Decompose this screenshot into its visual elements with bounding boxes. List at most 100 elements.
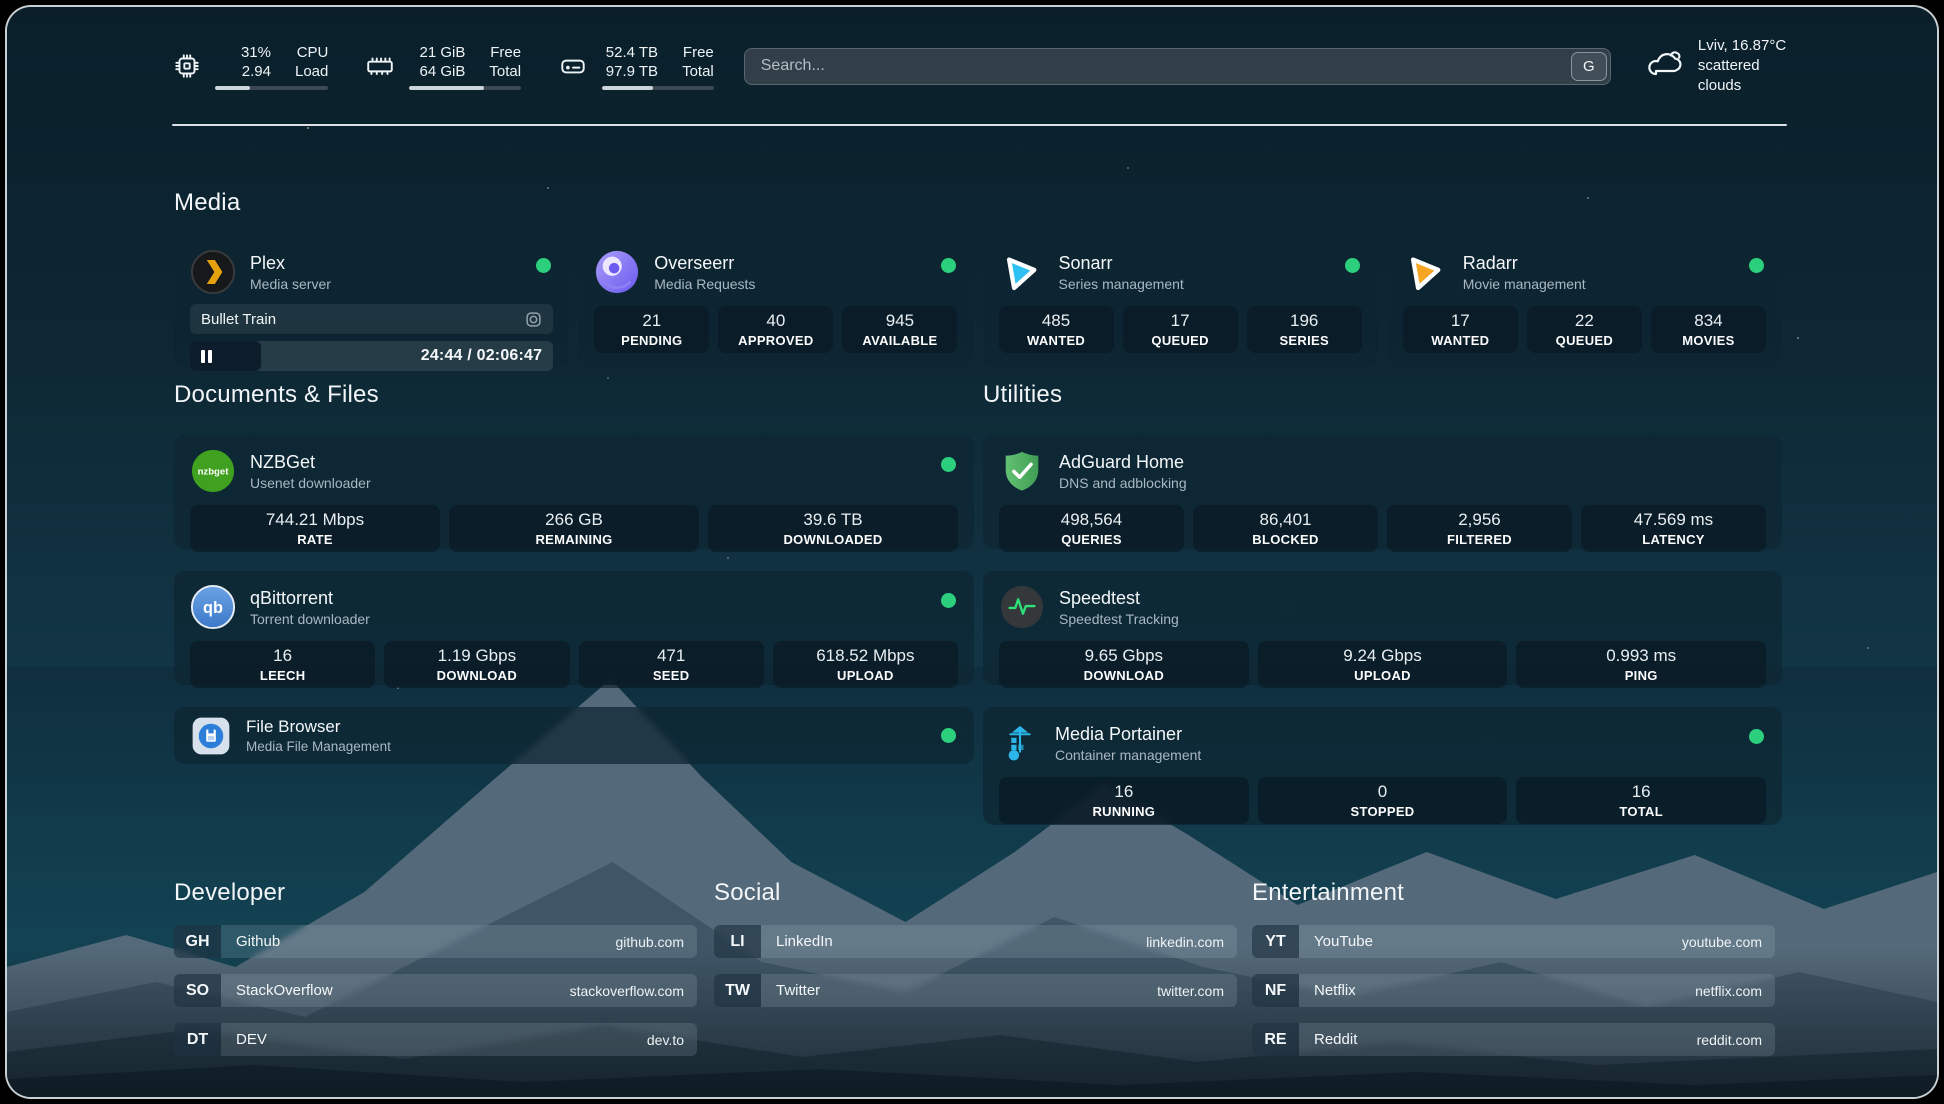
link-url: reddit.com (1697, 1032, 1762, 1048)
app-subtitle: Series management (1059, 276, 1184, 292)
app-name: Plex (250, 253, 331, 274)
qbittorrent-logo: qb (190, 584, 236, 630)
svg-text:nzbget: nzbget (198, 466, 230, 477)
search-engine-button[interactable]: G (1571, 52, 1607, 81)
app-card-plex[interactable]: Plex Media server Bullet Train 24:44 / 0… (174, 236, 569, 367)
app-subtitle: DNS and adblocking (1059, 475, 1187, 491)
app-name: Overseerr (654, 253, 755, 274)
link-name: YouTube (1314, 933, 1373, 950)
app-card-nzbget[interactable]: nzbget NZBGet Usenet downloader 744.21 M… (174, 435, 974, 549)
system-stats: 31% 2.94 CPU Load (172, 43, 714, 90)
link-netflix[interactable]: NF Netflix netflix.com (1252, 974, 1775, 1007)
search-input[interactable] (744, 48, 1611, 85)
link-name: Reddit (1314, 1031, 1357, 1048)
cloud-icon (1645, 47, 1685, 86)
app-card-filebrowser[interactable]: File Browser Media File Management (174, 707, 974, 764)
app-name: Speedtest (1059, 588, 1179, 609)
pause-icon (201, 350, 212, 363)
section-title-utilities: Utilities (983, 381, 1062, 409)
app-card-adguard[interactable]: AdGuard Home DNS and adblocking 498,564 … (983, 435, 1782, 549)
status-dot (941, 457, 956, 472)
link-abbr-badge: SO (174, 974, 221, 1007)
cpu-progress-bar (215, 86, 328, 90)
status-dot (1749, 258, 1764, 273)
app-card-qbittorrent[interactable]: qb qBittorrent Torrent downloader 16 LEE… (174, 571, 974, 685)
link-stackoverflow[interactable]: SO StackOverflow stackoverflow.com (174, 974, 697, 1007)
link-reddit[interactable]: RE Reddit reddit.com (1252, 1023, 1775, 1056)
weather-location-temp: Lviv, 16.87°C (1698, 36, 1787, 56)
status-dot (941, 728, 956, 743)
weather-condition: scattered clouds (1698, 56, 1787, 96)
link-url: netflix.com (1695, 983, 1762, 999)
link-url: youtube.com (1682, 934, 1762, 950)
status-dot (1345, 258, 1360, 273)
link-name: StackOverflow (236, 982, 333, 999)
disk-values: 52.4 TB 97.9 TB (602, 43, 658, 81)
stat-tile: 266 GB REMAINING (449, 505, 699, 552)
sonarr-logo (999, 249, 1045, 295)
stat-tile: 618.52 Mbps UPLOAD (773, 641, 958, 688)
stat-tile: 22 QUEUED (1527, 306, 1642, 353)
section-title-developer: Developer (174, 879, 285, 907)
app-subtitle: Container management (1055, 747, 1201, 763)
link-name: DEV (236, 1031, 267, 1048)
link-linkedin[interactable]: LI LinkedIn linkedin.com (714, 925, 1237, 958)
app-card-radarr[interactable]: Radarr Movie management 17 WANTED 22 QUE… (1387, 236, 1782, 367)
stat-tile: 1.19 Gbps DOWNLOAD (384, 641, 569, 688)
app-name: NZBGet (250, 452, 371, 473)
media-type-icon (525, 311, 542, 328)
stat-tile: 40 APPROVED (718, 306, 833, 353)
app-card-portainer[interactable]: Media Portainer Container management 16 … (983, 707, 1782, 825)
stat-tile: 16 LEECH (190, 641, 375, 688)
status-dot (941, 258, 956, 273)
stat-tile: 945 AVAILABLE (842, 306, 957, 353)
cpu-labels: CPU Load (295, 43, 328, 81)
link-name: LinkedIn (776, 933, 833, 950)
stat-tile: 498,564 QUERIES (999, 505, 1184, 552)
weather-widget: Lviv, 16.87°C scattered clouds (1645, 36, 1787, 96)
link-youtube[interactable]: YT YouTube youtube.com (1252, 925, 1775, 958)
filebrowser-logo (190, 715, 232, 757)
nzbget-logo: nzbget (190, 448, 236, 494)
social-links: LI LinkedIn linkedin.com TW Twitter twit… (714, 925, 1237, 1007)
playback-time: 24:44 / 02:06:47 (421, 347, 543, 365)
link-url: dev.to (647, 1032, 684, 1048)
portainer-logo (999, 720, 1041, 766)
now-playing-title: Bullet Train (201, 311, 276, 328)
app-name: File Browser (246, 717, 391, 737)
link-twitter[interactable]: TW Twitter twitter.com (714, 974, 1237, 1007)
entertainment-links: YT YouTube youtube.com NF Netflix netfli… (1252, 925, 1775, 1056)
stat-tile: 471 SEED (579, 641, 764, 688)
link-github[interactable]: GH Github github.com (174, 925, 697, 958)
stat-tile: 47.569 ms LATENCY (1581, 505, 1766, 552)
header-divider (172, 124, 1787, 126)
app-card-overseerr[interactable]: Overseerr Media Requests 21 PENDING 40 A… (578, 236, 973, 367)
link-abbr-badge: RE (1252, 1023, 1299, 1056)
stat-tile: 834 MOVIES (1651, 306, 1766, 353)
app-subtitle: Media Requests (654, 276, 755, 292)
stat-tile: 0.993 ms PING (1516, 641, 1766, 688)
stat-tile: 485 WANTED (999, 306, 1114, 353)
app-card-sonarr[interactable]: Sonarr Series management 485 WANTED 17 Q… (983, 236, 1378, 367)
stat-tile: 2,956 FILTERED (1387, 505, 1572, 552)
link-url: stackoverflow.com (570, 983, 684, 999)
link-url: github.com (616, 934, 684, 950)
link-abbr-badge: GH (174, 925, 221, 958)
ram-progress-bar (409, 86, 521, 90)
disk-stat: 52.4 TB 97.9 TB Free Total (557, 43, 714, 90)
ram-values: 21 GiB 64 GiB (409, 43, 465, 81)
adguard-logo (999, 448, 1045, 494)
now-playing-row: Bullet Train (190, 304, 553, 334)
app-subtitle: Usenet downloader (250, 475, 371, 491)
app-subtitle: Speedtest Tracking (1059, 611, 1179, 627)
stat-tile: 744.21 Mbps RATE (190, 505, 440, 552)
plex-logo (190, 249, 236, 295)
svg-text:qb: qb (203, 599, 223, 617)
app-card-speedtest[interactable]: Speedtest Speedtest Tracking 9.65 Gbps D… (983, 571, 1782, 685)
ram-stat: 21 GiB 64 GiB Free Total (364, 43, 521, 90)
section-title-social: Social (714, 879, 781, 907)
disk-labels: Free Total (682, 43, 714, 81)
link-dev[interactable]: DT DEV dev.to (174, 1023, 697, 1056)
top-bar: 31% 2.94 CPU Load (172, 35, 1787, 97)
link-name: Twitter (776, 982, 820, 999)
